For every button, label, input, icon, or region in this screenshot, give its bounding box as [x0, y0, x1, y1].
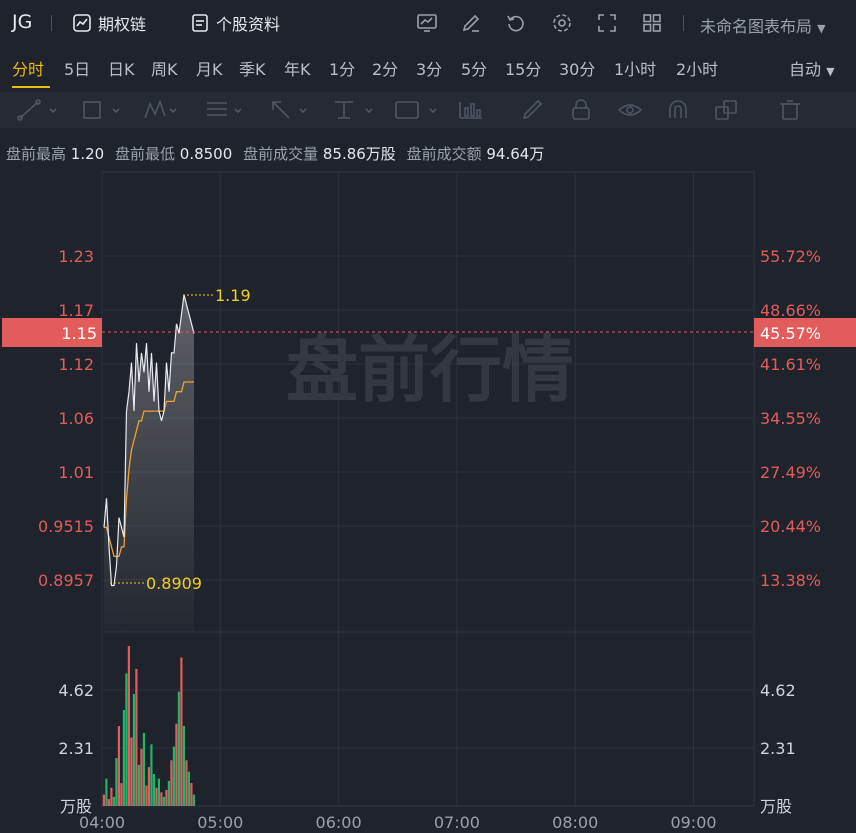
price-tick-label: 0.8957 — [38, 571, 94, 590]
volume-bar — [125, 673, 128, 806]
price-tick-label: 1.23 — [58, 247, 94, 266]
volume-bar — [175, 723, 178, 806]
volume-bar — [122, 710, 125, 806]
volume-bar — [112, 796, 115, 806]
volume-bar — [127, 646, 130, 806]
time-tick-label: 06:00 — [316, 813, 362, 832]
current-price-value: 1.15 — [61, 324, 97, 343]
volume-tick-label: 4.62 — [760, 681, 796, 700]
price-tick-label: 1.01 — [58, 463, 94, 482]
volume-bar — [135, 668, 138, 806]
price-tick-label: 1.17 — [58, 301, 94, 320]
volume-bar — [177, 691, 180, 806]
intraday-chart[interactable]: 盘前行情 1.23 1.17 1.12 1.06 1.01 0.9515 0.8957 55.… — [0, 0, 856, 833]
volume-bar — [190, 783, 193, 806]
volume-bar — [142, 732, 145, 806]
volume-bar — [180, 657, 183, 806]
volume-bar — [130, 737, 133, 806]
percent-tick-label: 27.49% — [760, 463, 821, 482]
high-mark-label: 1.19 — [215, 286, 251, 305]
volume-bar — [182, 726, 185, 806]
volume-bar — [167, 780, 170, 806]
volume-bar — [155, 787, 158, 806]
volume-bar — [105, 778, 108, 806]
volume-bar — [187, 771, 190, 806]
current-pct-value: 45.57% — [760, 324, 821, 343]
percent-tick-label: 48.66% — [760, 301, 821, 320]
volume-bar — [107, 799, 110, 806]
volume-bar — [140, 748, 143, 806]
chart-frame — [101, 171, 755, 807]
price-tick-label: 1.06 — [58, 409, 94, 428]
watermark-text: 盘前行情 — [286, 328, 574, 412]
volume-bar — [157, 778, 160, 806]
volume-tick-label: 2.31 — [58, 739, 94, 758]
percent-tick-label: 41.61% — [760, 355, 821, 374]
volume-bar — [170, 760, 173, 806]
volume-bar — [172, 746, 175, 806]
volume-unit-label: 万股 — [760, 797, 792, 816]
volume-bar — [120, 783, 123, 806]
volume-bar — [115, 758, 118, 806]
volume-bar — [145, 785, 148, 806]
volume-bar — [162, 796, 165, 806]
price-tick-label: 1.12 — [58, 355, 94, 374]
time-tick-label: 05:00 — [197, 813, 243, 832]
volume-bar — [150, 744, 153, 806]
percent-tick-label: 34.55% — [760, 409, 821, 428]
volume-bar — [152, 774, 155, 806]
price-tick-label: 0.9515 — [38, 517, 94, 536]
volume-bar — [147, 767, 150, 806]
volume-bar — [132, 694, 135, 806]
low-mark-label: 0.8909 — [146, 574, 202, 593]
volume-bar — [110, 787, 113, 806]
volume-bar — [192, 794, 195, 806]
volume-bar — [102, 794, 105, 806]
volume-bar — [137, 764, 140, 806]
volume-bars — [102, 646, 195, 806]
volume-tick-label: 4.62 — [58, 681, 94, 700]
volume-tick-label: 2.31 — [760, 739, 796, 758]
volume-bar — [117, 726, 120, 806]
volume-bar — [185, 760, 188, 806]
percent-tick-label: 20.44% — [760, 517, 821, 536]
volume-bar — [165, 790, 168, 806]
time-tick-label: 08:00 — [552, 813, 598, 832]
time-tick-label: 04:00 — [79, 813, 125, 832]
percent-tick-label: 13.38% — [760, 571, 821, 590]
chart-grid — [101, 171, 755, 807]
volume-bar — [160, 792, 163, 806]
time-tick-label: 07:00 — [434, 813, 480, 832]
percent-tick-label: 55.72% — [760, 247, 821, 266]
time-tick-label: 09:00 — [670, 813, 716, 832]
